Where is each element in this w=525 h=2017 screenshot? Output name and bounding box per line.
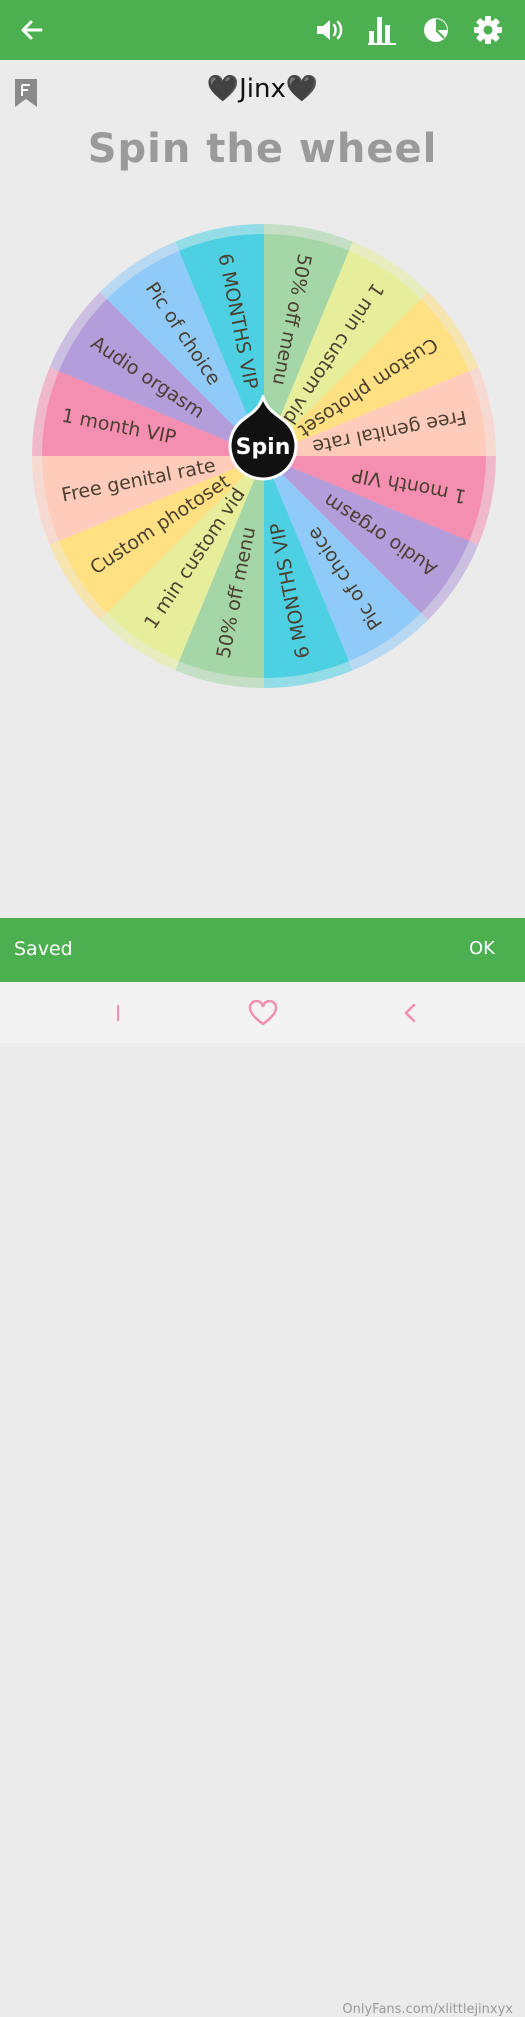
page-title: Spin the wheel: [87, 126, 438, 172]
heart-home-icon[interactable]: [243, 996, 283, 1030]
system-nav-bar: OnlyFans.com/xlittlejinxyx: [0, 982, 525, 2017]
spin-button[interactable]: Spin: [226, 392, 300, 489]
back-arrow-icon[interactable]: [12, 10, 52, 50]
snackbar-message: Saved: [14, 938, 73, 960]
snackbar-ok-button[interactable]: OK: [469, 938, 495, 959]
back-chevron-icon[interactable]: [390, 996, 430, 1030]
spin-label: Spin: [235, 435, 291, 460]
watermark-text: OnlyFans.com/xlittlejinxyx: [342, 2002, 513, 2017]
snackbar: Saved OK: [0, 918, 525, 982]
volume-icon[interactable]: [310, 10, 350, 50]
profile-name: 🖤Jinx🖤: [206, 74, 319, 104]
top-app-bar: [0, 0, 525, 60]
recent-apps-icon[interactable]: [98, 996, 138, 1030]
bar-chart-icon[interactable]: [362, 10, 402, 50]
gear-icon[interactable]: [468, 10, 508, 50]
pie-chart-icon[interactable]: [416, 10, 456, 50]
